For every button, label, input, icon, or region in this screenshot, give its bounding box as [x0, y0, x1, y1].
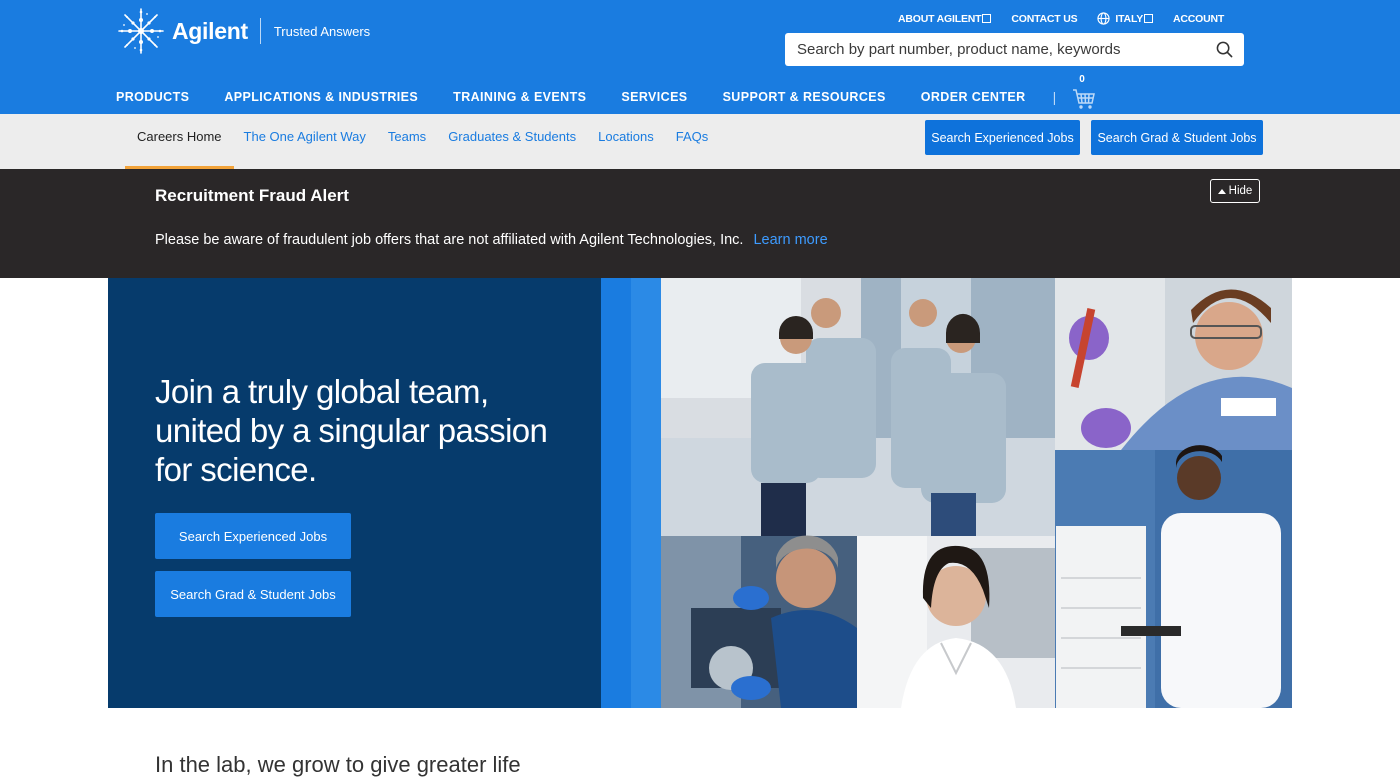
account-link[interactable]: ACCOUNT	[1173, 13, 1224, 25]
about-agilent-link[interactable]: ABOUT AGILENT	[898, 12, 992, 25]
careers-subnav: Careers Home The One Agilent Way Teams G…	[0, 114, 1400, 169]
alert-message: Please be aware of fraudulent job offers…	[155, 232, 828, 248]
brand-name: Agilent	[172, 17, 248, 44]
section-teaser-text: In the lab, we grow to give greater life	[155, 752, 521, 777]
main-nav: PRODUCTS APPLICATIONS & INDUSTRIES TRAIN…	[116, 74, 1096, 112]
logo-divider	[259, 18, 261, 44]
subnav-locations[interactable]: Locations	[598, 114, 654, 169]
hide-alert-button[interactable]: Hide	[1210, 179, 1260, 203]
subnav-graduates-students[interactable]: Graduates & Students	[448, 114, 576, 169]
contact-us-link[interactable]: CONTACT US	[1011, 13, 1077, 25]
site-search	[785, 33, 1244, 66]
nav-divider: |	[1052, 89, 1057, 105]
nav-order-center[interactable]: ORDER CENTER	[921, 90, 1026, 104]
country-label: ITALY	[1115, 12, 1143, 25]
search-grad-student-jobs-button[interactable]: Search Grad & Student Jobs	[1091, 120, 1263, 155]
nav-support-resources[interactable]: SUPPORT & RESOURCES	[723, 90, 886, 104]
fraud-alert-banner: Recruitment Fraud Alert Please be aware …	[0, 169, 1400, 278]
globe-icon	[1097, 12, 1111, 25]
contact-us-label: CONTACT US	[1011, 12, 1078, 25]
subnav-one-agilent-way[interactable]: The One Agilent Way	[244, 114, 366, 169]
careers-subnav-links: Careers Home The One Agilent Way Teams G…	[125, 114, 730, 169]
caret-up-icon	[1217, 188, 1226, 194]
shopping-cart-icon	[1073, 89, 1096, 109]
search-icon	[1216, 41, 1232, 58]
nav-products[interactable]: PRODUCTS	[116, 90, 189, 104]
brand-tagline: Trusted Answers	[273, 23, 371, 39]
subnav-faqs[interactable]: FAQs	[676, 114, 709, 169]
about-agilent-label: ABOUT AGILENT	[898, 12, 982, 25]
agilent-spark-icon	[118, 8, 164, 54]
alert-title: Recruitment Fraud Alert	[155, 186, 349, 205]
account-label: ACCOUNT	[1173, 12, 1225, 25]
photo-scientist-instrument	[1055, 445, 1292, 708]
cart-button[interactable]: 0	[1072, 74, 1096, 112]
nav-services[interactable]: SERVICES	[621, 90, 687, 104]
photo-team-walking	[661, 278, 1055, 536]
nav-applications-industries[interactable]: APPLICATIONS & INDUSTRIES	[224, 90, 418, 104]
utility-nav: ABOUT AGILENT CONTACT US ITALY ACCOUNT	[898, 12, 1244, 25]
nav-training-events[interactable]: TRAINING & EVENTS	[453, 90, 586, 104]
search-button[interactable]	[1204, 33, 1244, 66]
subnav-teams[interactable]: Teams	[388, 114, 426, 169]
photo-scientist-pipette	[1055, 278, 1292, 450]
agilent-logo[interactable]: Agilent Trusted Answers	[116, 6, 370, 56]
hero-headline: Join a truly global team, united by a si…	[155, 373, 548, 488]
site-header: Agilent Trusted Answers ABOUT AGILENT CO…	[0, 0, 1400, 114]
alert-text: Please be aware of fraudulent job offers…	[155, 232, 744, 248]
country-selector[interactable]: ITALY	[1097, 12, 1153, 25]
cart-count: 0	[1079, 74, 1085, 85]
hero-photo-collage	[601, 278, 1292, 708]
photo-smiling-scientist	[857, 536, 1055, 708]
external-link-icon	[982, 14, 992, 23]
hero-search-grad-student-jobs-button[interactable]: Search Grad & Student Jobs	[155, 571, 351, 617]
external-link-icon	[1144, 14, 1153, 23]
search-input[interactable]	[785, 33, 1204, 66]
alert-learn-more-link[interactable]: Learn more	[753, 232, 827, 248]
hide-label: Hide	[1228, 185, 1253, 197]
hero-search-experienced-jobs-button[interactable]: Search Experienced Jobs	[155, 513, 351, 559]
search-experienced-jobs-button[interactable]: Search Experienced Jobs	[925, 120, 1080, 155]
subnav-careers-home[interactable]: Careers Home	[125, 114, 233, 169]
photo-engineer-machine	[661, 535, 857, 708]
hero-section: Join a truly global team, united by a si…	[108, 278, 1292, 708]
